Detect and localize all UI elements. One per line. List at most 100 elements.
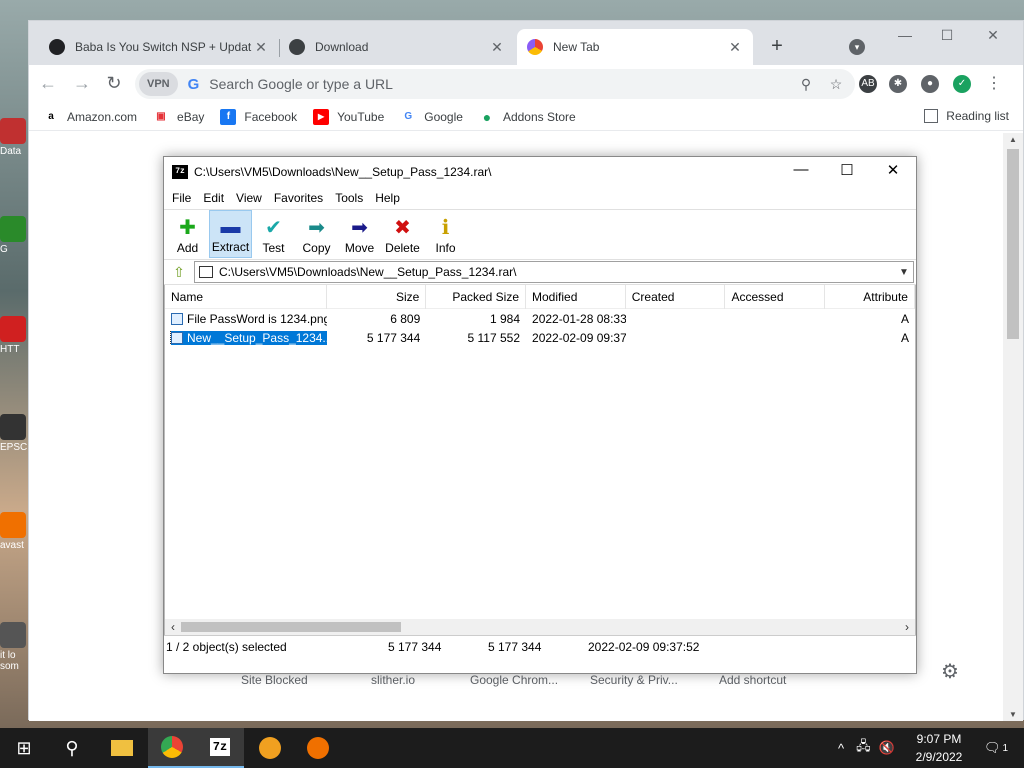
menu-edit[interactable]: Edit xyxy=(197,191,230,205)
tab-new-tab[interactable]: New Tab ✕ xyxy=(517,29,753,65)
path-combobox[interactable]: C:\Users\VM5\Downloads\New__Setup_Pass_1… xyxy=(194,261,914,283)
bookmark-ebay[interactable]: ▣ eBay xyxy=(153,109,204,125)
new-tab-button[interactable]: + xyxy=(767,35,787,58)
bookmark-youtube[interactable]: ▶ YouTube xyxy=(313,108,384,125)
scroll-right-arrow-icon[interactable]: › xyxy=(899,619,915,635)
taskbar-chrome[interactable] xyxy=(148,728,196,768)
omnibox[interactable]: VPN G Search Google or type a URL ⚲ ☆ xyxy=(135,69,855,99)
menu-tools[interactable]: Tools xyxy=(329,191,369,205)
notification-center[interactable]: 🗨 1 xyxy=(984,728,1008,768)
extract-button[interactable]: ▬ Extract xyxy=(209,210,252,258)
copy-button[interactable]: ➡ Copy xyxy=(295,210,338,258)
7zip-minimize-button[interactable]: — xyxy=(786,161,816,178)
file-row[interactable]: File PassWord is 1234.png 6 809 1 984 20… xyxy=(165,309,915,328)
desktop-icon-epson[interactable]: EPSC xyxy=(0,414,30,453)
bookmark-addons-store[interactable]: ● Addons Store xyxy=(479,109,576,125)
column-name[interactable]: Name xyxy=(165,284,327,309)
forward-button[interactable]: → xyxy=(71,73,93,94)
location-pin-icon[interactable]: ⚲ xyxy=(795,76,817,93)
shortcut-security-privacy[interactable]: Security & Priv... xyxy=(590,673,678,687)
shortcut-slither-io[interactable]: slither.io xyxy=(371,673,415,687)
shortcut-add[interactable]: Add shortcut xyxy=(719,673,786,687)
tab-download[interactable]: Download ✕ xyxy=(279,29,515,65)
security-shield-icon[interactable]: ✓ xyxy=(953,75,971,93)
7zip-menubar: File Edit View Favorites Tools Help xyxy=(164,187,916,209)
bookmark-google[interactable]: G Google xyxy=(400,109,463,125)
omnibox-placeholder[interactable]: Search Google or type a URL xyxy=(209,76,795,92)
scrollbar-thumb[interactable] xyxy=(1007,149,1019,339)
menu-favorites[interactable]: Favorites xyxy=(268,191,329,205)
folder-up-icon[interactable]: ⇧ xyxy=(164,264,194,281)
close-tab-icon[interactable]: ✕ xyxy=(727,39,743,56)
reading-list-button[interactable]: Reading list xyxy=(924,109,1009,123)
shortcut-google-chrome[interactable]: Google Chrom... xyxy=(470,673,558,687)
maximize-button[interactable]: ☐ xyxy=(937,27,957,44)
taskbar-file-explorer[interactable] xyxy=(98,728,146,768)
column-packed-size[interactable]: Packed Size xyxy=(426,284,527,309)
column-accessed[interactable]: Accessed xyxy=(725,284,826,309)
taskbar-7zip[interactable]: 7z xyxy=(196,728,244,768)
scrollbar-thumb[interactable] xyxy=(181,622,401,632)
add-button[interactable]: ✚ Add xyxy=(166,210,209,258)
desktop-icon-it-lo[interactable]: it lo som xyxy=(0,622,30,672)
7zip-taskbar-icon: 7z xyxy=(209,738,231,756)
column-size[interactable]: Size xyxy=(327,284,427,309)
chevron-down-icon[interactable]: ▼ xyxy=(895,267,913,278)
search-button[interactable]: ⚲ xyxy=(48,728,96,768)
taskbar-security-app[interactable] xyxy=(246,728,294,768)
profile-avatar-icon[interactable]: ● xyxy=(921,75,939,93)
move-button[interactable]: ➡ Move xyxy=(338,210,381,258)
minimize-button[interactable]: — xyxy=(895,27,915,43)
chevron-up-icon[interactable]: ^ xyxy=(838,741,844,756)
menu-file[interactable]: File xyxy=(166,191,197,205)
info-button[interactable]: ℹ Info xyxy=(424,210,467,258)
desktop-icon-htt[interactable]: HTT xyxy=(0,316,30,355)
windows-logo-icon: ⊞ xyxy=(16,737,32,758)
delete-button[interactable]: ✖ Delete xyxy=(381,210,424,258)
menu-view[interactable]: View xyxy=(230,191,268,205)
menu-help[interactable]: Help xyxy=(369,191,406,205)
7zip-close-button[interactable]: ✕ xyxy=(878,161,908,179)
taskbar-clock[interactable]: 9:07 PM 2/9/2022 xyxy=(908,730,970,766)
horizontal-scrollbar[interactable]: ‹ › xyxy=(165,619,915,635)
tab-search-button[interactable]: ▾ xyxy=(849,39,865,55)
vpn-badge[interactable]: VPN xyxy=(139,72,178,96)
chrome-menu-icon[interactable]: ⋮ xyxy=(985,75,1003,93)
extensions-puzzle-icon[interactable]: ✱ xyxy=(889,75,907,93)
column-modified[interactable]: Modified xyxy=(526,284,626,309)
tool-label: Move xyxy=(344,241,375,255)
bookmark-star-icon[interactable]: ☆ xyxy=(825,76,847,93)
column-created[interactable]: Created xyxy=(626,284,726,309)
close-window-button[interactable]: ✕ xyxy=(983,27,1003,44)
tab-baba-is-you[interactable]: Baba Is You Switch NSP + Updat ✕ xyxy=(39,29,279,65)
taskbar-avast[interactable] xyxy=(294,728,342,768)
scroll-up-arrow-icon[interactable]: ▲ xyxy=(1003,135,1023,144)
shortcut-site-blocked[interactable]: Site Blocked xyxy=(241,673,308,687)
bookmark-facebook[interactable]: f Facebook xyxy=(220,108,297,125)
desktop-icon-data[interactable]: Data xyxy=(0,118,30,157)
system-tray: ^ 🖧 🔇 xyxy=(838,728,895,768)
back-button[interactable]: ← xyxy=(37,73,59,94)
page-scrollbar[interactable]: ▲ ▼ xyxy=(1003,133,1023,721)
test-button[interactable]: ✔ Test xyxy=(252,210,295,258)
bookmark-amazon[interactable]: a Amazon.com xyxy=(43,109,137,125)
close-tab-icon[interactable]: ✕ xyxy=(489,39,505,56)
desktop-icon-avast[interactable]: avast xyxy=(0,512,30,551)
desktop-app-icon xyxy=(0,512,26,538)
adblock-extension-icon[interactable]: AB xyxy=(859,75,877,93)
extract-minus-icon: ▬ xyxy=(220,216,241,238)
path-value[interactable]: C:\Users\VM5\Downloads\New__Setup_Pass_1… xyxy=(219,265,895,279)
scroll-down-arrow-icon[interactable]: ▼ xyxy=(1003,710,1023,719)
close-tab-icon[interactable]: ✕ xyxy=(253,39,269,56)
volume-muted-icon[interactable]: 🔇 xyxy=(879,740,895,756)
reload-button[interactable]: ↻ xyxy=(103,73,125,94)
scroll-left-arrow-icon[interactable]: ‹ xyxy=(165,619,181,635)
folder-icon xyxy=(111,740,133,756)
column-attribute[interactable]: Attribute xyxy=(825,284,915,309)
7zip-maximize-button[interactable]: ☐ xyxy=(832,161,862,179)
customize-sliders-icon[interactable]: ⚙ xyxy=(941,659,959,684)
network-icon[interactable]: 🖧 xyxy=(856,737,871,759)
file-row-selected[interactable]: New__Setup_Pass_1234.... 5 177 344 5 117… xyxy=(165,328,915,347)
desktop-icon-g[interactable]: G xyxy=(0,216,30,255)
start-button[interactable]: ⊞ xyxy=(0,728,48,768)
